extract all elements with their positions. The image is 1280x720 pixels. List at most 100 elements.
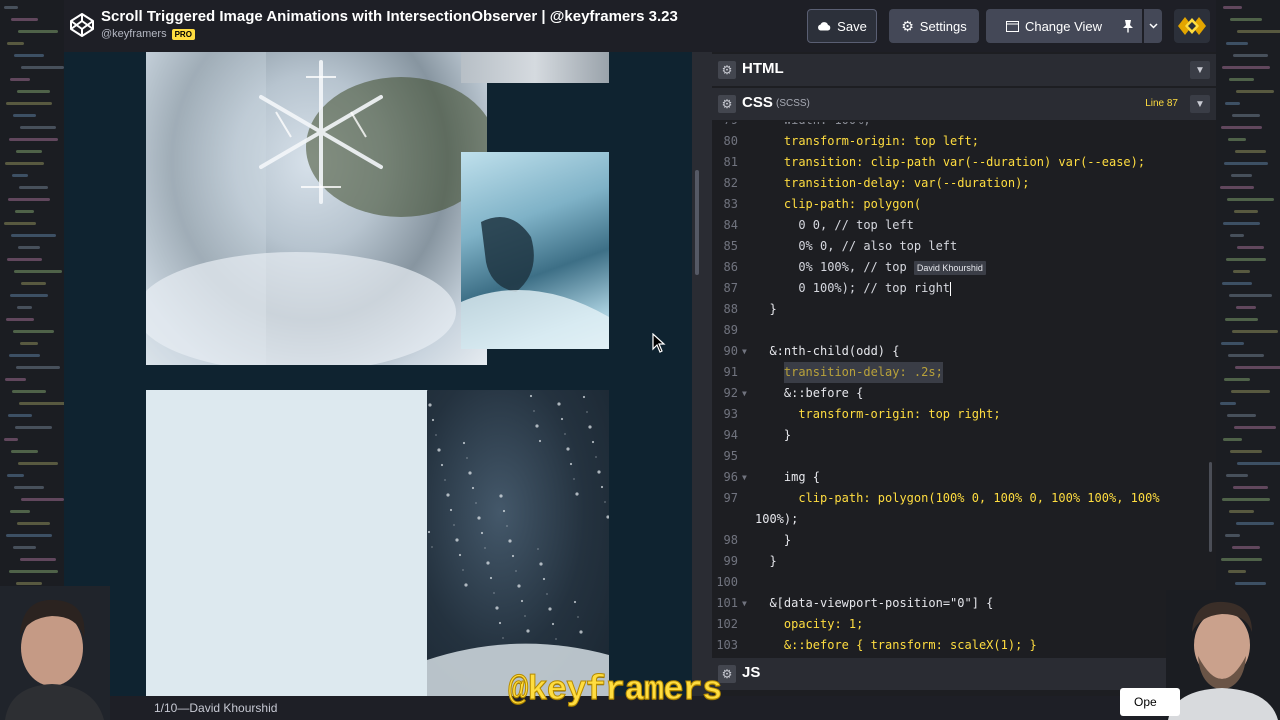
code-line[interactable]: 93 transform-origin: top right; <box>712 404 1216 425</box>
code-line[interactable]: 100 <box>712 572 1216 593</box>
preview-scrollbar[interactable] <box>695 170 699 275</box>
code-text: transition-delay: .2s; <box>783 362 943 383</box>
fold-arrow-icon[interactable]: ▼ <box>742 593 747 614</box>
line-number: 101 <box>716 596 738 610</box>
code-line[interactable]: 87 0 100%); // top right <box>712 278 1216 299</box>
code-line[interactable]: 102 opacity: 1; <box>712 614 1216 635</box>
pane-resizer[interactable] <box>692 52 712 696</box>
chevron-down-icon <box>1148 23 1158 29</box>
code-line[interactable]: 91 transition-delay: .2s; <box>712 362 1216 383</box>
code-line[interactable]: 92 ▼ &::before { <box>712 383 1216 404</box>
backdrop-line <box>1224 378 1250 381</box>
frost-speck <box>569 462 573 466</box>
change-view-button[interactable]: Change View <box>986 9 1122 43</box>
code-line[interactable]: 97 clip-path: polygon(100% 0, 100% 0, 100… <box>712 488 1216 509</box>
code-text: opacity: 1; <box>783 617 864 631</box>
code-line[interactable]: 82 transition-delay: var(--duration); <box>712 173 1216 194</box>
keyframers-logo-icon <box>1178 17 1206 35</box>
backdrop-line <box>10 510 30 513</box>
css-code-editor[interactable]: 79 width: 100%; 80 transform-origin: top le… <box>712 122 1216 658</box>
backdrop-line <box>1228 138 1246 141</box>
code-text: clip-path: polygon(100% 0, 100% 0, 100% … <box>798 491 1160 505</box>
code-line[interactable]: 90 ▼ &:nth-child(odd) { <box>712 341 1216 362</box>
fold-arrow-icon[interactable]: ▼ <box>742 383 747 404</box>
code-line[interactable]: 86 0% 100%, // top David Khourshid <box>712 257 1216 278</box>
code-line[interactable]: 94} <box>712 425 1216 446</box>
frost-speck <box>538 439 542 443</box>
frost-speck <box>431 546 433 548</box>
code-text: } <box>769 554 777 568</box>
css-collapse-chevron-icon[interactable]: ▼ <box>1190 95 1210 113</box>
html-collapse-chevron-icon[interactable]: ▼ <box>1190 61 1210 79</box>
code-line[interactable]: 88} <box>712 299 1216 320</box>
author-name[interactable]: @keyframers <box>101 28 167 40</box>
backdrop-line <box>1234 210 1258 213</box>
code-line[interactable]: 83 clip-path: polygon( <box>712 194 1216 215</box>
code-line[interactable]: 100%); <box>712 509 1216 530</box>
pin-button[interactable] <box>1114 9 1142 43</box>
code-line[interactable]: 89 <box>712 320 1216 341</box>
keyframers-watermark: @keyframers <box>507 672 722 711</box>
code-line[interactable]: 95 <box>712 446 1216 467</box>
backdrop-line <box>15 210 34 213</box>
frost-speck <box>462 441 466 445</box>
backdrop-line <box>1226 474 1248 477</box>
pen-title[interactable]: Scroll Triggered Image Animations with I… <box>101 8 678 25</box>
css-pane-title: CSS <box>742 94 773 111</box>
backdrop-line <box>1223 222 1260 225</box>
code-line[interactable]: 96 ▼ img { <box>712 467 1216 488</box>
code-line[interactable]: 80 transform-origin: top left; <box>712 131 1216 152</box>
code-text: &:nth-child(odd) { <box>769 344 900 358</box>
frost-speck <box>480 531 484 535</box>
line-number: 97 <box>723 491 738 505</box>
backdrop-line <box>14 270 62 273</box>
frost-speck <box>520 599 524 603</box>
frost-speck <box>573 478 575 480</box>
settings-button[interactable]: ⚙ Settings <box>889 9 979 43</box>
code-line[interactable]: 103 &::before { transform: scaleX(1); } <box>712 635 1216 656</box>
code-text: } <box>769 302 777 316</box>
html-settings-gear-icon[interactable]: ⚙ <box>718 61 736 79</box>
frost-speck <box>582 395 586 399</box>
line-number: 83 <box>723 197 738 211</box>
line-number: 100 <box>716 575 738 589</box>
frost-speck <box>517 584 521 588</box>
code-line[interactable]: 85 0% 0, // also top left <box>712 236 1216 257</box>
code-line[interactable]: 98} <box>712 530 1216 551</box>
frost-speck <box>597 470 601 474</box>
line-number: 79 <box>712 122 738 131</box>
pen-breadcrumb[interactable]: 1/10—David Khourshid <box>154 701 277 715</box>
backdrop-line <box>1222 282 1252 285</box>
code-text: } <box>783 428 792 442</box>
save-button[interactable]: Save <box>807 9 877 43</box>
frost-speck <box>495 606 499 610</box>
fold-arrow-icon[interactable]: ▼ <box>742 467 747 488</box>
html-pane-header[interactable]: ⚙ HTML ▼ <box>712 54 1216 86</box>
frost-speck <box>489 576 493 580</box>
open-button[interactable]: Ope <box>1120 688 1180 716</box>
preview-pane[interactable] <box>64 52 692 696</box>
user-avatar-button[interactable] <box>1174 9 1210 43</box>
pin-dropdown-button[interactable] <box>1144 9 1162 43</box>
backdrop-line <box>20 558 56 561</box>
image-frost-top <box>461 52 609 83</box>
js-pane-header[interactable]: ⚙ JS <box>712 658 1216 690</box>
code-line[interactable]: 79 width: 100%; <box>712 122 1216 131</box>
code-line[interactable]: 81 transition: clip-path var(--duration) … <box>712 152 1216 173</box>
code-line[interactable]: 101 ▼ &[data-viewport-position="0"] { <box>712 593 1216 614</box>
code-scrollbar[interactable] <box>1209 462 1212 552</box>
code-line[interactable]: 84 0 0, // top left <box>712 215 1216 236</box>
fold-arrow-icon[interactable]: ▼ <box>742 341 747 362</box>
backdrop-line <box>9 570 58 573</box>
collaborator-cursor-tooltip: David Khourshid <box>913 261 986 275</box>
css-settings-gear-icon[interactable]: ⚙ <box>718 95 736 113</box>
text-cursor <box>949 282 951 296</box>
css-pane-header[interactable]: ⚙ CSS (SCSS) Line 87 ▼ <box>712 88 1216 120</box>
backdrop-line <box>1221 342 1244 345</box>
code-line[interactable]: 99} <box>712 551 1216 572</box>
frost-speck <box>595 456 597 458</box>
backdrop-line <box>1237 246 1264 249</box>
codepen-header: Scroll Triggered Image Animations with I… <box>64 0 1216 52</box>
codepen-logo-icon[interactable] <box>69 12 95 38</box>
backdrop-line <box>10 78 30 81</box>
